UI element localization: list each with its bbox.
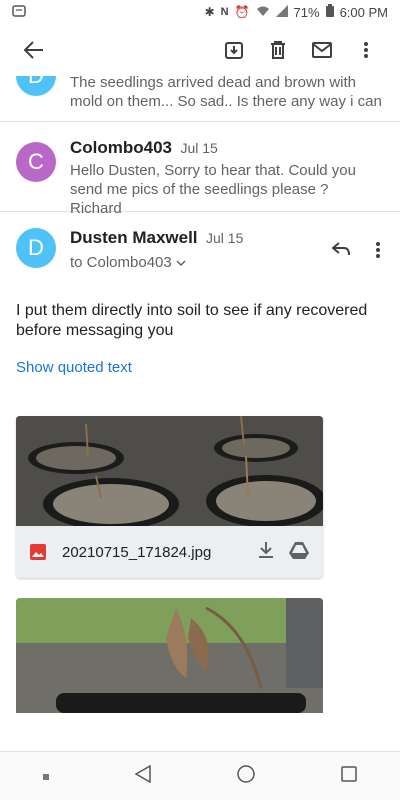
navigation-bar xyxy=(0,751,400,800)
avatar: C xyxy=(16,142,56,182)
download-icon xyxy=(259,542,273,558)
square-recents-icon xyxy=(341,765,357,782)
attachment-thumbnail[interactable] xyxy=(16,598,323,713)
more-vert-icon xyxy=(364,42,368,58)
thread-content: D The seedlings arrived dead and brown w… xyxy=(0,76,400,752)
collapsed-message[interactable]: C Colombo403 Jul 15 Hello Dusten, Sorry … xyxy=(0,122,400,217)
status-bar: ✱ N ⏰ 71% 6:00 PM xyxy=(0,0,400,24)
signal-icon xyxy=(275,4,288,20)
notification-icon xyxy=(12,4,26,20)
message-body: The seedlings arrived dead and brown wit… xyxy=(70,76,384,111)
avatar: D xyxy=(16,76,56,96)
message-date: Jul 15 xyxy=(180,140,218,156)
open-message-header: D Dusten Maxwell Jul 15 to Colombo403 xyxy=(0,212,400,271)
back-button[interactable] xyxy=(12,28,56,72)
battery-percent: 71% xyxy=(293,4,320,20)
reply-button[interactable] xyxy=(324,234,358,269)
bluetooth-icon: ✱ xyxy=(204,5,215,19)
archive-button[interactable] xyxy=(212,28,256,72)
google-drive-icon xyxy=(289,541,309,559)
dead-seedling-image xyxy=(16,598,323,713)
message-date: Jul 15 xyxy=(206,230,244,246)
attachment-filename: 20210715_171824.jpg xyxy=(62,543,212,561)
nav-home-button[interactable] xyxy=(237,764,255,788)
triangle-back-icon xyxy=(134,764,151,783)
show-quoted-text-link[interactable]: Show quoted text xyxy=(0,359,400,376)
sender-name: Colombo403 xyxy=(70,138,173,157)
avatar: D xyxy=(16,228,56,268)
message-more-button[interactable] xyxy=(372,234,384,271)
nfc-icon: N xyxy=(220,6,229,18)
trash-icon xyxy=(271,41,285,59)
attachment-bar: 20210715_171824.jpg xyxy=(16,526,323,578)
download-button[interactable] xyxy=(259,542,273,562)
attachment-card[interactable]: 20210715_171824.jpg xyxy=(16,416,323,578)
message-snippet: Hello Dusten, Sorry to hear that. Could … xyxy=(70,162,356,217)
mark-unread-button[interactable] xyxy=(300,28,344,72)
clock: 6:00 PM xyxy=(339,4,388,20)
recent-indicator-icon xyxy=(43,767,49,785)
mail-icon xyxy=(312,42,332,58)
delete-button[interactable] xyxy=(256,28,300,72)
recipient-details[interactable]: to Colombo403 xyxy=(70,254,324,271)
chevron-down-icon xyxy=(176,259,186,266)
avatar-letter: D xyxy=(28,235,44,260)
image-file-icon xyxy=(30,544,46,560)
battery-icon xyxy=(325,4,334,20)
reply-icon xyxy=(331,242,350,256)
avatar-letter: D xyxy=(28,76,44,89)
message-snippet: The seedlings arrived dead and brown wit… xyxy=(70,76,382,110)
alarm-icon: ⏰ xyxy=(234,5,250,19)
message-actions xyxy=(324,234,384,271)
seedling-pots-image xyxy=(16,416,323,526)
circle-home-icon xyxy=(237,764,255,783)
sender-name: Dusten Maxwell xyxy=(70,228,198,247)
save-to-drive-button[interactable] xyxy=(289,541,309,563)
archive-icon xyxy=(225,42,243,59)
message-body-text: I put them directly into soil to see if … xyxy=(16,302,368,339)
wifi-icon xyxy=(256,5,270,20)
back-arrow-icon xyxy=(24,41,43,59)
more-vert-icon xyxy=(376,242,380,258)
nav-recents-button[interactable] xyxy=(341,765,357,787)
avatar-letter: C xyxy=(28,149,44,174)
recipient-label: to Colombo403 xyxy=(70,254,172,271)
collapsed-message[interactable]: D The seedlings arrived dead and brown w… xyxy=(0,76,400,122)
more-options-button[interactable] xyxy=(344,28,388,72)
toolbar xyxy=(0,24,400,76)
nav-back-button[interactable] xyxy=(134,764,151,788)
attachment-thumbnail[interactable] xyxy=(16,416,323,526)
message-body: Colombo403 Jul 15 Hello Dusten, Sorry to… xyxy=(70,138,384,217)
message-header-body: Dusten Maxwell Jul 15 to Colombo403 xyxy=(70,228,324,271)
